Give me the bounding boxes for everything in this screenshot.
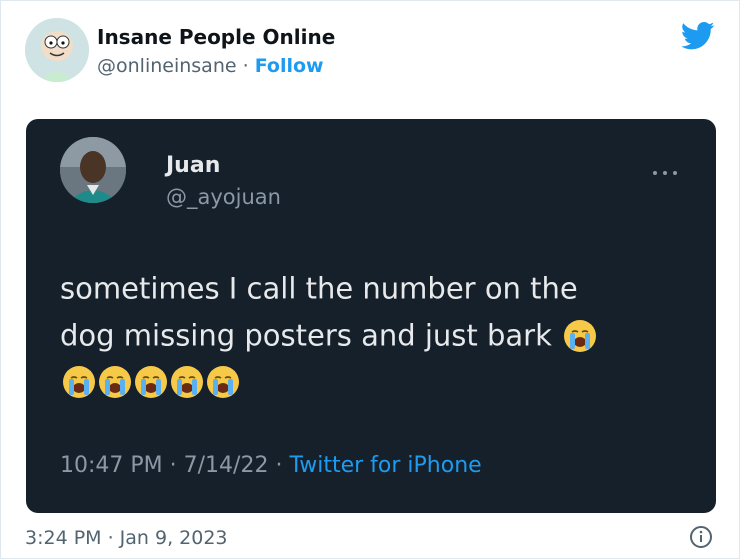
crying-face-emoji-icon (170, 365, 204, 399)
embedded-date: 7/14/22 (183, 453, 269, 478)
twitter-bird-icon[interactable] (680, 21, 715, 51)
tweet-embed-card: Insane People Online @onlineinsane · Fol… (0, 0, 740, 559)
crying-face-emoji-icon (206, 365, 240, 399)
follow-button[interactable]: Follow (255, 55, 324, 77)
embedded-author-name: Juan (166, 153, 221, 178)
embedded-tweet-meta: 10:47 PM · 7/14/22 · Twitter for iPhone (60, 453, 482, 478)
tweet-text: sometimes I call the number on the dog m… (60, 265, 680, 403)
crying-face-emoji-icon (563, 319, 597, 353)
author-handle-row: @onlineinsane · Follow (97, 55, 324, 77)
info-icon[interactable] (689, 525, 713, 549)
crying-face-emoji-icon (134, 365, 168, 399)
separator-dot: · (236, 55, 255, 77)
tweet-text-line: sometimes I call the number on the (60, 271, 578, 306)
tweet-source: Twitter for iPhone (289, 453, 482, 478)
crying-face-emoji-icon (98, 365, 132, 399)
more-options-icon (650, 163, 680, 175)
author-avatar[interactable] (25, 18, 89, 82)
embedded-time: 10:47 PM (60, 453, 163, 478)
juan-avatar (60, 137, 126, 203)
tweet-text-line: dog missing posters and just bark (60, 312, 680, 359)
tweet-timestamp[interactable]: 3:24 PM · Jan 9, 2023 (25, 527, 228, 549)
embedded-tweet-screenshot[interactable]: Juan @_ayojuan sometimes I call the numb… (26, 119, 716, 513)
crying-face-emoji-icon (62, 365, 96, 399)
author-name[interactable]: Insane People Online (97, 25, 335, 49)
embedded-author-handle: @_ayojuan (166, 185, 281, 209)
author-handle[interactable]: @onlineinsane (97, 55, 237, 77)
emoji-row (60, 358, 680, 403)
